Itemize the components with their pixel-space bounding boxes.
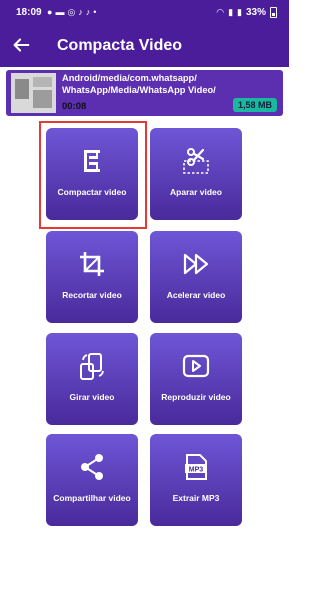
trim-video-button[interactable]: Aparar video (150, 128, 242, 220)
share-video-button[interactable]: Compartilhar video (46, 434, 138, 526)
notification-icons: ● ▬ ◎ ♪ ♪ • (47, 6, 96, 18)
tiktok-icon-2: ♪ (85, 7, 91, 17)
instagram-icon: ◎ (67, 7, 76, 17)
page-title: Compacta Video (57, 37, 183, 54)
battery-percent: 33% (245, 6, 266, 18)
signal-dot-icon: ● (47, 7, 53, 17)
file-path: Android/media/com.whatsapp/ WhatsApp/Med… (62, 73, 216, 95)
scissors-icon (183, 148, 209, 174)
svg-text:MP3: MP3 (189, 467, 204, 474)
message-icon: ▬ (55, 7, 65, 17)
file-size-badge: 1,58 MB (232, 98, 277, 112)
mp3-file-icon: MP3 (185, 454, 207, 480)
back-arrow-icon[interactable] (10, 34, 32, 56)
header: 18:09 ● ▬ ◎ ♪ ♪ • ◠ ▮ ▮ 33% Compacta Vid… (0, 0, 289, 67)
more-dot-icon: • (93, 7, 97, 17)
screen: 18:09 ● ▬ ◎ ♪ ♪ • ◠ ▮ ▮ 33% Compacta Vid… (0, 0, 289, 600)
signal-icon: ▮ (228, 7, 234, 17)
fast-forward-icon (183, 253, 209, 275)
app-bar: Compacta Video (0, 30, 289, 64)
battery-icon (270, 6, 277, 18)
tool-label: Aparar video (170, 187, 222, 197)
status-right: ◠ ▮ ▮ 33% (216, 6, 277, 18)
tool-label: Recortar video (62, 290, 122, 300)
speed-up-video-button[interactable]: Acelerar video (150, 231, 242, 323)
video-thumbnail (11, 73, 56, 113)
video-duration: 00:08 (62, 101, 87, 112)
rotate-device-icon (80, 353, 104, 380)
status-bar: 18:09 ● ▬ ◎ ♪ ♪ • ◠ ▮ ▮ 33% (0, 0, 289, 26)
share-icon (81, 454, 103, 480)
tool-label: Girar video (69, 392, 115, 402)
crop-video-button[interactable]: Recortar video (46, 231, 138, 323)
tool-label: Reproduzir video (161, 392, 231, 402)
crop-icon (80, 252, 104, 276)
tool-label: Compartilhar video (53, 493, 131, 503)
status-time: 18:09 (16, 7, 42, 18)
tool-label: Extrair MP3 (172, 493, 220, 503)
extract-mp3-button[interactable]: MP3 Extrair MP3 (150, 434, 242, 526)
selected-file-card[interactable]: Android/media/com.whatsapp/ WhatsApp/Med… (6, 70, 283, 116)
signal-icon-2: ▮ (237, 7, 242, 17)
tool-label: Acelerar video (166, 290, 226, 300)
play-icon (182, 354, 210, 378)
tiktok-icon: ♪ (78, 7, 83, 17)
rotate-video-button[interactable]: Girar video (46, 333, 138, 425)
wifi-icon: ◠ (216, 7, 225, 17)
play-video-button[interactable]: Reproduzir video (150, 333, 242, 425)
selection-highlight (39, 121, 147, 229)
